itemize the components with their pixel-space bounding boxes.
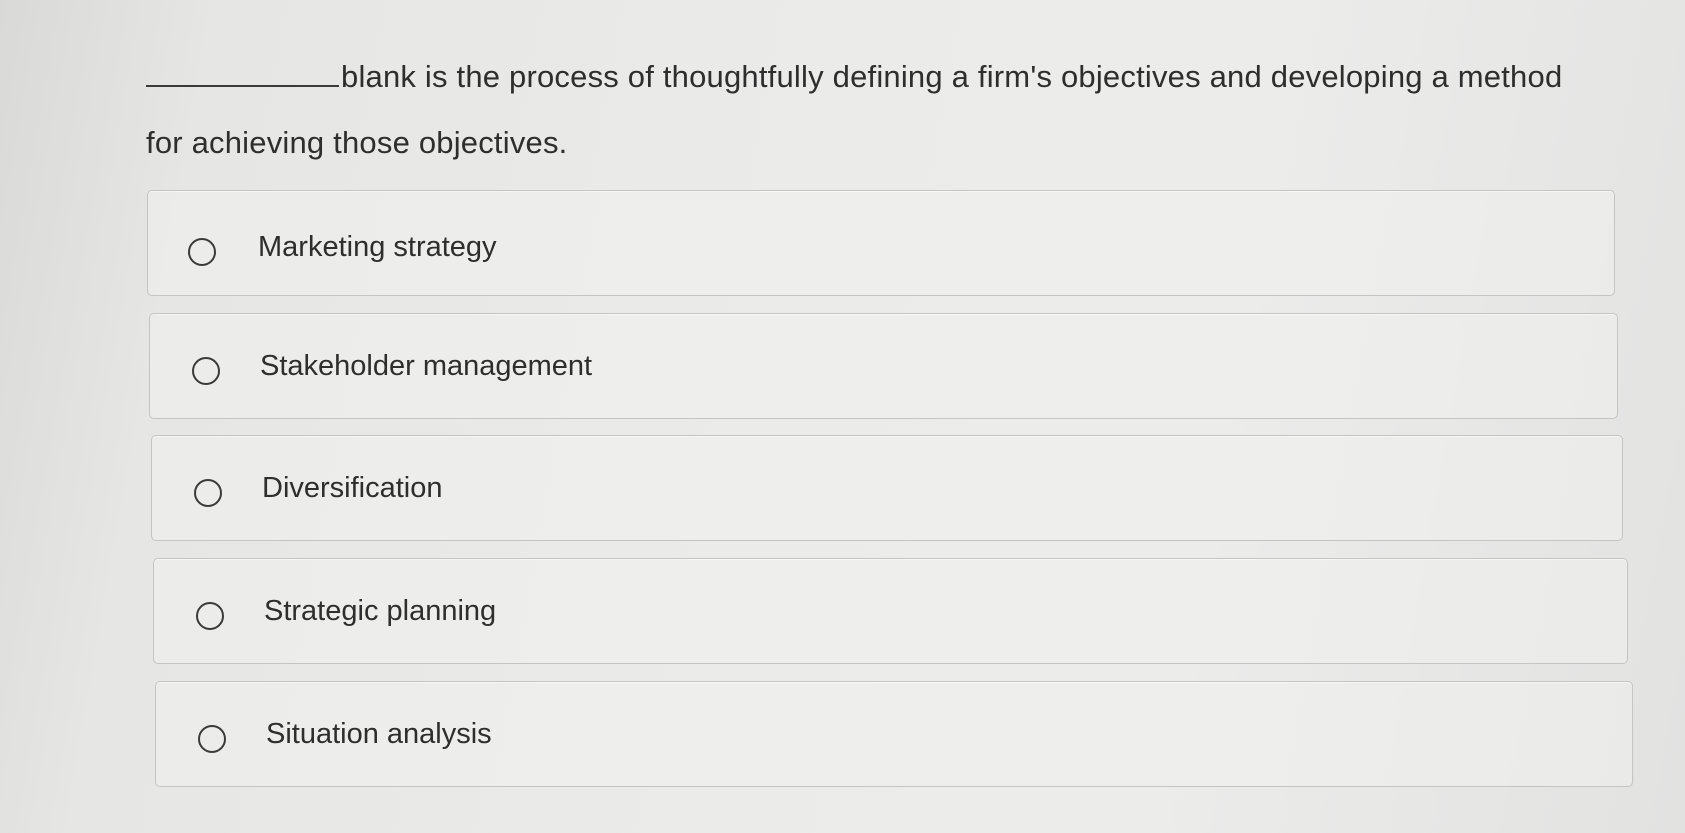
radio-button-icon[interactable] <box>192 357 220 385</box>
answer-option-label: Marketing strategy <box>258 231 497 263</box>
radio-button-icon[interactable] <box>188 238 216 266</box>
answer-option-label: Strategic planning <box>264 595 497 627</box>
radio-button-icon[interactable] <box>198 725 226 753</box>
answer-option-stakeholder-management[interactable]: Stakeholder management <box>149 313 1618 419</box>
answer-option-strategic-planning[interactable]: Strategic planning <box>153 558 1628 664</box>
answer-option-label: Stakeholder management <box>260 350 593 382</box>
answer-option-label: Situation analysis <box>266 718 492 750</box>
radio-button-icon[interactable] <box>194 479 222 507</box>
answer-option-label: Diversification <box>262 472 443 504</box>
radio-button-icon[interactable] <box>196 602 224 630</box>
answer-option-situation-analysis[interactable]: Situation analysis <box>155 681 1633 787</box>
answer-options: Marketing strategy Stakeholder managemen… <box>0 0 1685 833</box>
answer-option-diversification[interactable]: Diversification <box>151 435 1623 541</box>
answer-option-marketing-strategy[interactable]: Marketing strategy <box>147 190 1615 296</box>
